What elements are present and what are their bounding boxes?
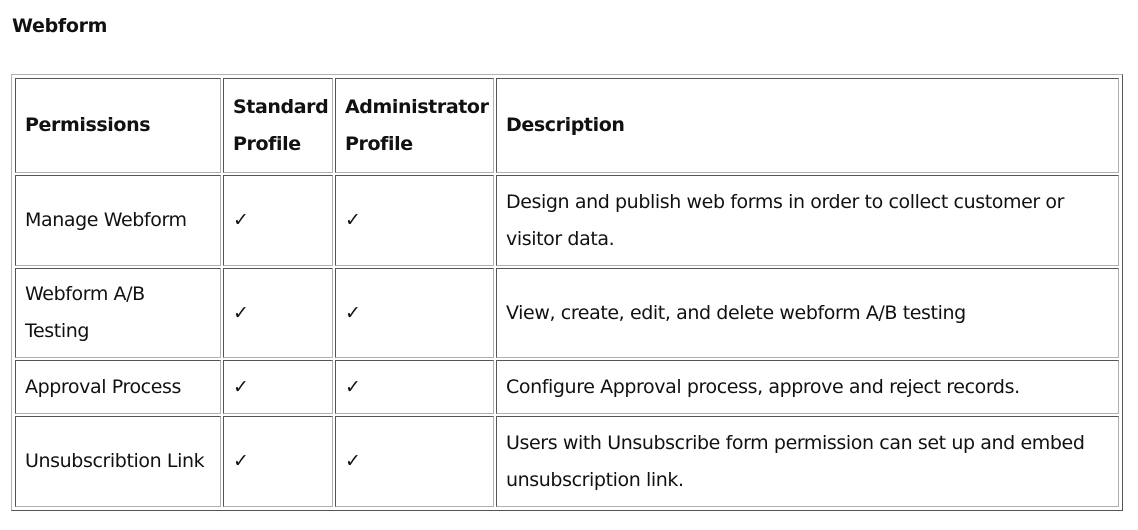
header-standard-profile: Standard Profile: [223, 78, 333, 173]
table-row: Unsubscribtion Link ✓ ✓ Users with Unsub…: [15, 416, 1119, 507]
permission-name-line2: Testing: [25, 320, 89, 342]
permission-name: Unsubscribtion Link: [15, 416, 221, 507]
header-permissions: Permissions: [15, 78, 221, 173]
administrator-check-icon: ✓: [335, 416, 494, 507]
permission-name: Webform A/B Testing: [15, 268, 221, 358]
page-title: Webform: [12, 15, 108, 37]
header-standard-line2: Profile: [233, 132, 301, 155]
administrator-check-icon: ✓: [335, 360, 494, 414]
standard-check-icon: ✓: [223, 416, 333, 507]
administrator-check-icon: ✓: [335, 175, 494, 266]
header-admin-line1: Administrator: [345, 95, 489, 118]
permission-name: Approval Process: [15, 360, 221, 414]
header-admin-line2: Profile: [345, 132, 413, 155]
administrator-check-icon: ✓: [335, 268, 494, 358]
permission-description: Design and publish web forms in order to…: [496, 175, 1119, 266]
standard-check-icon: ✓: [223, 268, 333, 358]
permission-description: Users with Unsubscribe form permission c…: [496, 416, 1119, 507]
header-administrator-profile: Administrator Profile: [335, 78, 494, 173]
permissions-table: Permissions Standard Profile Administrat…: [11, 74, 1123, 511]
permission-description: View, create, edit, and delete webform A…: [496, 268, 1119, 358]
standard-check-icon: ✓: [223, 360, 333, 414]
permission-name: Manage Webform: [15, 175, 221, 266]
table-row: Approval Process ✓ ✓ Configure Approval …: [15, 360, 1119, 414]
standard-check-icon: ✓: [223, 175, 333, 266]
table-row: Manage Webform ✓ ✓ Design and publish we…: [15, 175, 1119, 266]
header-description: Description: [496, 78, 1119, 173]
table-header-row: Permissions Standard Profile Administrat…: [15, 78, 1119, 173]
header-standard-line1: Standard: [233, 95, 329, 118]
permission-name-line1: Webform A/B: [25, 283, 145, 305]
permission-description: Configure Approval process, approve and …: [496, 360, 1119, 414]
table-row: Webform A/B Testing ✓ ✓ View, create, edi…: [15, 268, 1119, 358]
